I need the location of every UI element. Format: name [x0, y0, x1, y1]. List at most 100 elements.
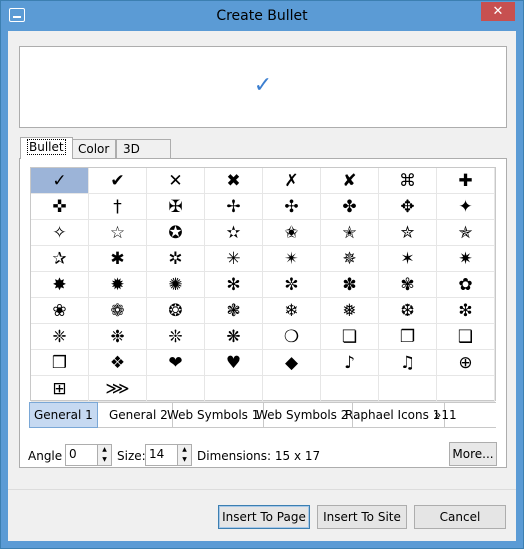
empty-symbol-cell — [437, 376, 495, 402]
symbol-cell[interactable]: † — [89, 194, 147, 220]
symbol-cell[interactable]: ✚ — [437, 168, 495, 194]
symbol-cell[interactable]: ✫ — [205, 220, 263, 246]
dimensions-text: Dimensions: 15 x 17 — [197, 449, 321, 463]
symbol-cell[interactable]: ❉ — [89, 324, 147, 350]
symbol-cell[interactable]: ✜ — [31, 194, 89, 220]
empty-symbol-cell — [263, 376, 321, 402]
size-spin-buttons[interactable]: ▲ ▼ — [177, 445, 191, 465]
symbol-cell[interactable]: ♪ — [321, 350, 379, 376]
symbol-cell[interactable]: ✕ — [147, 168, 205, 194]
category-general-1[interactable]: General 1 — [29, 402, 98, 428]
symbol-cell[interactable]: ❍ — [263, 324, 321, 350]
symbol-cell[interactable]: ❁ — [89, 298, 147, 324]
symbol-cell[interactable]: ♥ — [205, 350, 263, 376]
symbol-cell[interactable]: ✧ — [31, 220, 89, 246]
symbol-cell[interactable]: ✭ — [321, 220, 379, 246]
symbol-cell[interactable]: ♫ — [379, 350, 437, 376]
symbol-cell[interactable]: ❃ — [205, 298, 263, 324]
symbol-cell[interactable]: ✔ — [89, 168, 147, 194]
symbol-cell[interactable]: ❀ — [31, 298, 89, 324]
symbol-cell[interactable]: ❋ — [205, 324, 263, 350]
create-bullet-dialog: Create Bullet ✕ ✓ Bullet Color 3D Effect… — [0, 0, 524, 549]
symbol-cell[interactable]: ✹ — [89, 272, 147, 298]
cancel-button[interactable]: Cancel — [414, 505, 506, 529]
symbol-cell[interactable]: ❤ — [147, 350, 205, 376]
symbol-cell[interactable]: ⊞ — [31, 376, 89, 402]
empty-symbol-cell — [205, 376, 263, 402]
tab-3d-effects[interactable]: 3D Effects — [116, 139, 171, 174]
symbol-cell[interactable]: ✤ — [321, 194, 379, 220]
symbol-cell[interactable]: ✼ — [263, 272, 321, 298]
empty-symbol-cell — [321, 376, 379, 402]
symbol-cell[interactable]: ❆ — [379, 298, 437, 324]
size-value: 14 — [149, 447, 165, 461]
symbol-cell[interactable]: ✣ — [263, 194, 321, 220]
symbol-cell[interactable]: ✳ — [205, 246, 263, 272]
symbol-cell[interactable]: ❊ — [147, 324, 205, 350]
symbol-cell[interactable]: ❐ — [379, 324, 437, 350]
symbol-cell[interactable]: ☆ — [89, 220, 147, 246]
symbol-cell[interactable]: ⌘ — [379, 168, 437, 194]
symbol-cell[interactable]: ✲ — [147, 246, 205, 272]
symbol-cell[interactable]: ✰ — [31, 246, 89, 272]
angle-spin-buttons[interactable]: ▲ ▼ — [97, 445, 111, 465]
bullet-preview: ✓ — [19, 46, 507, 128]
symbol-cell[interactable]: ✯ — [437, 220, 495, 246]
more-button[interactable]: More... — [449, 442, 497, 466]
symbol-grid: ✓ ✔ ✕ ✖ ✗ ✘ ⌘ ✚ ✜ † ✠ ✢ ✣ ✤ ✥ ✦ ✧ ☆ ✪ ✫ ✬ ✭ ✮ ✯ ✰ ✱ ✲ ✳ ✴ ✵ ✶ ✷ ✸ ✹ ✺ ✻ ✼ ✽ ✾ ✿… — [30, 167, 496, 402]
symbol-cell[interactable]: ❅ — [321, 298, 379, 324]
symbol-cell[interactable]: ✷ — [437, 246, 495, 272]
bullet-controls: Angle 0 ▲ ▼ Size: 14 ▲ ▼ Dimensions: 15 x … — [21, 442, 507, 470]
size-spinner[interactable]: 14 ▲ ▼ — [145, 444, 192, 466]
symbol-cell[interactable]: ✵ — [321, 246, 379, 272]
symbol-cell[interactable]: ❖ — [89, 350, 147, 376]
symbol-cell[interactable]: ✦ — [437, 194, 495, 220]
symbol-cell[interactable]: ✢ — [205, 194, 263, 220]
title-bar: Create Bullet ✕ — [1, 1, 523, 31]
tab-bullet[interactable]: Bullet — [20, 137, 73, 159]
symbol-cell[interactable]: ❄ — [263, 298, 321, 324]
dialog-body: ✓ Bullet Color 3D Effects ✓✔✕✖✗✘⌘✚✜†✠✢✣✤… — [8, 31, 516, 541]
angle-value: 0 — [69, 447, 77, 461]
symbol-cell[interactable]: ❇ — [437, 298, 495, 324]
close-button[interactable]: ✕ — [481, 2, 515, 21]
symbol-cell[interactable]: ✾ — [379, 272, 437, 298]
symbol-cell[interactable]: ❏ — [321, 324, 379, 350]
symbol-cell[interactable]: ✮ — [379, 220, 437, 246]
symbol-cell[interactable]: ✴ — [263, 246, 321, 272]
symbol-cell[interactable]: ✓ — [31, 168, 89, 194]
button-separator — [8, 489, 516, 490]
symbol-cell[interactable]: ⋙ — [89, 376, 147, 402]
category-web-symbols-1[interactable]: Web Symbols 1 — [163, 403, 265, 427]
symbol-cell[interactable]: ✠ — [147, 194, 205, 220]
symbol-cell[interactable]: ⊕ — [437, 350, 495, 376]
empty-symbol-cell — [147, 376, 205, 402]
symbol-cell[interactable]: ✻ — [205, 272, 263, 298]
symbol-cell[interactable]: ✺ — [147, 272, 205, 298]
tab-color[interactable]: Color — [71, 139, 117, 158]
symbol-cell[interactable]: ✖ — [205, 168, 263, 194]
symbol-cell[interactable]: ✘ — [321, 168, 379, 194]
window-title: Create Bullet — [216, 8, 308, 24]
angle-spinner[interactable]: 0 ▲ ▼ — [65, 444, 112, 466]
category-overflow-chevron[interactable]: »11 — [430, 403, 461, 427]
symbol-cell[interactable]: ✪ — [147, 220, 205, 246]
symbol-cell[interactable]: ❈ — [31, 324, 89, 350]
insert-to-site-button[interactable]: Insert To Site — [317, 505, 407, 529]
symbol-cell[interactable]: ✿ — [437, 272, 495, 298]
symbol-cell[interactable]: ✗ — [263, 168, 321, 194]
symbol-cell[interactable]: ✥ — [379, 194, 437, 220]
symbol-cell[interactable]: ✬ — [263, 220, 321, 246]
symbol-cell[interactable]: ◆ — [263, 350, 321, 376]
insert-to-page-button[interactable]: Insert To Page — [218, 505, 310, 529]
symbol-cell[interactable]: ❑ — [437, 324, 495, 350]
symbol-cell[interactable]: ✽ — [321, 272, 379, 298]
symbol-cell[interactable]: ❂ — [147, 298, 205, 324]
empty-symbol-cell — [379, 376, 437, 402]
symbol-cell[interactable]: ✶ — [379, 246, 437, 272]
symbol-cell[interactable]: ❒ — [31, 350, 89, 376]
symbol-cell[interactable]: ✱ — [89, 246, 147, 272]
category-web-symbols-2[interactable]: Web Symbols 2 — [252, 403, 354, 427]
angle-label: Angle — [28, 449, 63, 463]
symbol-cell[interactable]: ✸ — [31, 272, 89, 298]
